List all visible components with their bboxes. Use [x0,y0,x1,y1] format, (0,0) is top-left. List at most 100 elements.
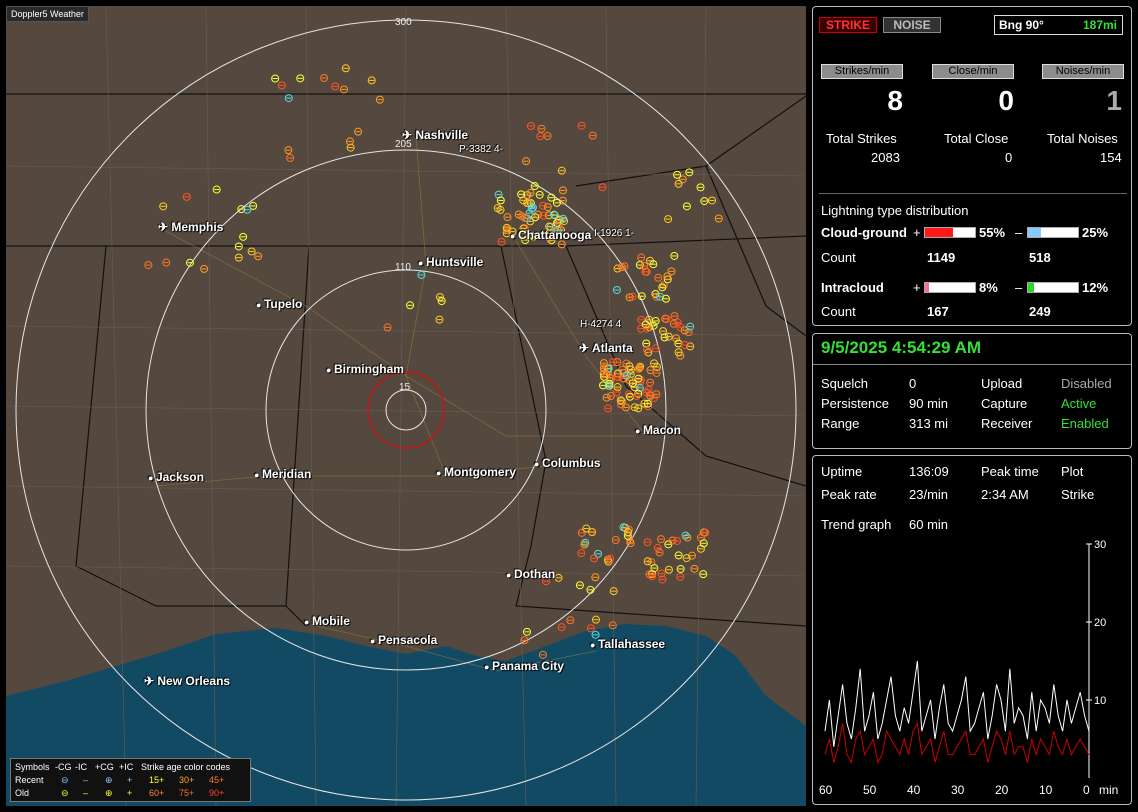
stats-panel: Uptime 136:09 Peak time Plot Peak rate 2… [812,455,1132,805]
distribution-title: Lightning type distribution [821,203,969,218]
trend-y-tick-label: 20 [1094,617,1106,629]
age-30: 30+ [179,775,195,785]
city-nashville: ✈ Nashville [402,129,468,141]
dot-icon: ● [510,231,518,241]
dot-icon: ● [590,640,598,650]
city-tallahassee: ● Tallahassee [590,638,665,651]
squelch-value[interactable]: 0 [909,376,916,391]
lightning-map[interactable]: Doppler5 Weather 300 205 110 15 ✈ Nashvi… [6,6,806,806]
close-per-min-label: Close/min [932,64,1014,79]
city-name: Panama City [491,659,564,673]
airport-icon: ✈ [402,128,416,142]
legend-header: -IC [75,762,87,772]
trend-label: Trend graph [821,517,892,532]
ic-neg-pct: 12% [1082,280,1109,295]
trend-value[interactable]: 60 min [909,517,948,532]
ring-label-300: 300 [395,17,412,28]
cg-pos-bar [924,227,976,238]
ic-neg-count: 249 [1029,304,1051,319]
range-label: Range [821,416,860,431]
neg-ic-old-icon: – [83,788,89,798]
ic-neg-bar [1027,282,1079,293]
strike-button[interactable]: STRIKE [819,17,877,33]
count-label: Count [821,304,856,319]
ring-label-15: 15 [399,382,411,393]
strikes-per-min-label: Strikes/min [821,64,903,79]
range-value[interactable]: 313 mi [909,416,948,431]
total-strikes: 2083 [871,150,900,165]
city-tupelo: ● Tupelo [256,298,302,311]
pos-ic-recent-icon: + [127,775,133,785]
uptime-value: 136:09 [909,464,949,479]
city-macon: ● Macon [635,424,681,437]
symbol-legend: Symbols -CG -IC +CG +IC Strike age color code… [10,758,251,802]
city-name: Birmingham [333,362,404,376]
cg-neg-bar [1027,227,1079,238]
strikes-per-min: 8 [887,85,903,116]
city-dothan: ● Dothan [506,568,555,581]
ic-pos-pct: 8% [979,280,998,295]
persistence-value[interactable]: 90 min [909,396,948,411]
dot-icon: ● [635,426,643,436]
city-name: Nashville [415,128,469,142]
city-atlanta: ✈ Atlanta [579,342,633,354]
noises-per-min: 1 [1106,85,1122,116]
pos-ic-old-icon: + [127,788,133,798]
count-label: Count [821,250,856,265]
age-75: 75+ [179,788,195,798]
receiver-value[interactable]: Enabled [1061,416,1109,431]
map-canvas [6,6,806,806]
legend-header: Symbols [15,762,50,772]
capture-value[interactable]: Active [1061,396,1096,411]
city-huntsville: ● Huntsville [418,256,483,269]
city-meridian: ● Meridian [254,468,311,481]
total-noises-label: Total Noises [1047,131,1118,146]
dot-icon: ● [484,662,492,672]
noise-button[interactable]: NOISE [883,17,941,33]
age-90: 90+ [209,788,225,798]
city-montgomery: ● Montgomery [436,466,516,479]
pos-cg-recent-icon: ⊕ [105,775,113,785]
city-chattanooga: ● Chattanooga [510,229,591,242]
airport-icon: ✈ [158,220,172,234]
marker-label: P-3382 4- [459,144,503,155]
ic-pos-count: 167 [927,304,949,319]
age-45: 45+ [209,775,225,785]
upload-value[interactable]: Disabled [1061,376,1112,391]
ring-label-110: 110 [395,262,411,273]
divider [813,364,1131,365]
peak-time-label: Peak time [981,464,1039,479]
squelch-label: Squelch [821,376,868,391]
legend-old-label: Old [15,788,30,798]
bearing-value: Bng 90° [999,18,1044,32]
airport-icon: ✈ [579,341,592,355]
age-60: 60+ [149,788,165,798]
legend-recent-label: Recent [15,775,44,785]
neg-cg-recent-icon: ⊖ [61,775,69,785]
intracloud-label: Intracloud [821,280,884,295]
city-name: Columbus [541,456,601,470]
plus-sign: + [913,280,921,295]
rates-panel: STRIKE NOISE Bng 90° 187mi Strikes/min C… [812,6,1132,326]
legend-header: +CG [95,762,114,772]
city-name: Atlanta [591,341,633,355]
cloud-ground-label: Cloud-ground [821,225,907,240]
city-name: Macon [642,423,681,437]
cg-pos-pct: 55% [979,225,1006,240]
strike-symbols [144,64,723,659]
city-name: Tallahassee [597,637,666,651]
city-pensacola: ● Pensacola [370,634,437,647]
persistence-label: Persistence [821,396,889,411]
trend-x-tick-label: 40 [907,783,921,797]
clock-datetime: 9/5/2025 4:54:29 AM [821,338,982,357]
dot-icon: ● [254,470,262,480]
cg-neg-count: 518 [1029,250,1051,265]
receiver-label: Receiver [981,416,1033,431]
city-memphis: ✈ Memphis [158,221,223,233]
minus-sign: – [1015,280,1023,295]
dot-icon: ● [304,617,312,627]
distance-value: 187mi [1082,18,1117,32]
plot-value[interactable]: Strike [1061,487,1094,502]
dot-icon: ● [506,570,514,580]
trend-y-tick-label: 10 [1094,695,1106,707]
